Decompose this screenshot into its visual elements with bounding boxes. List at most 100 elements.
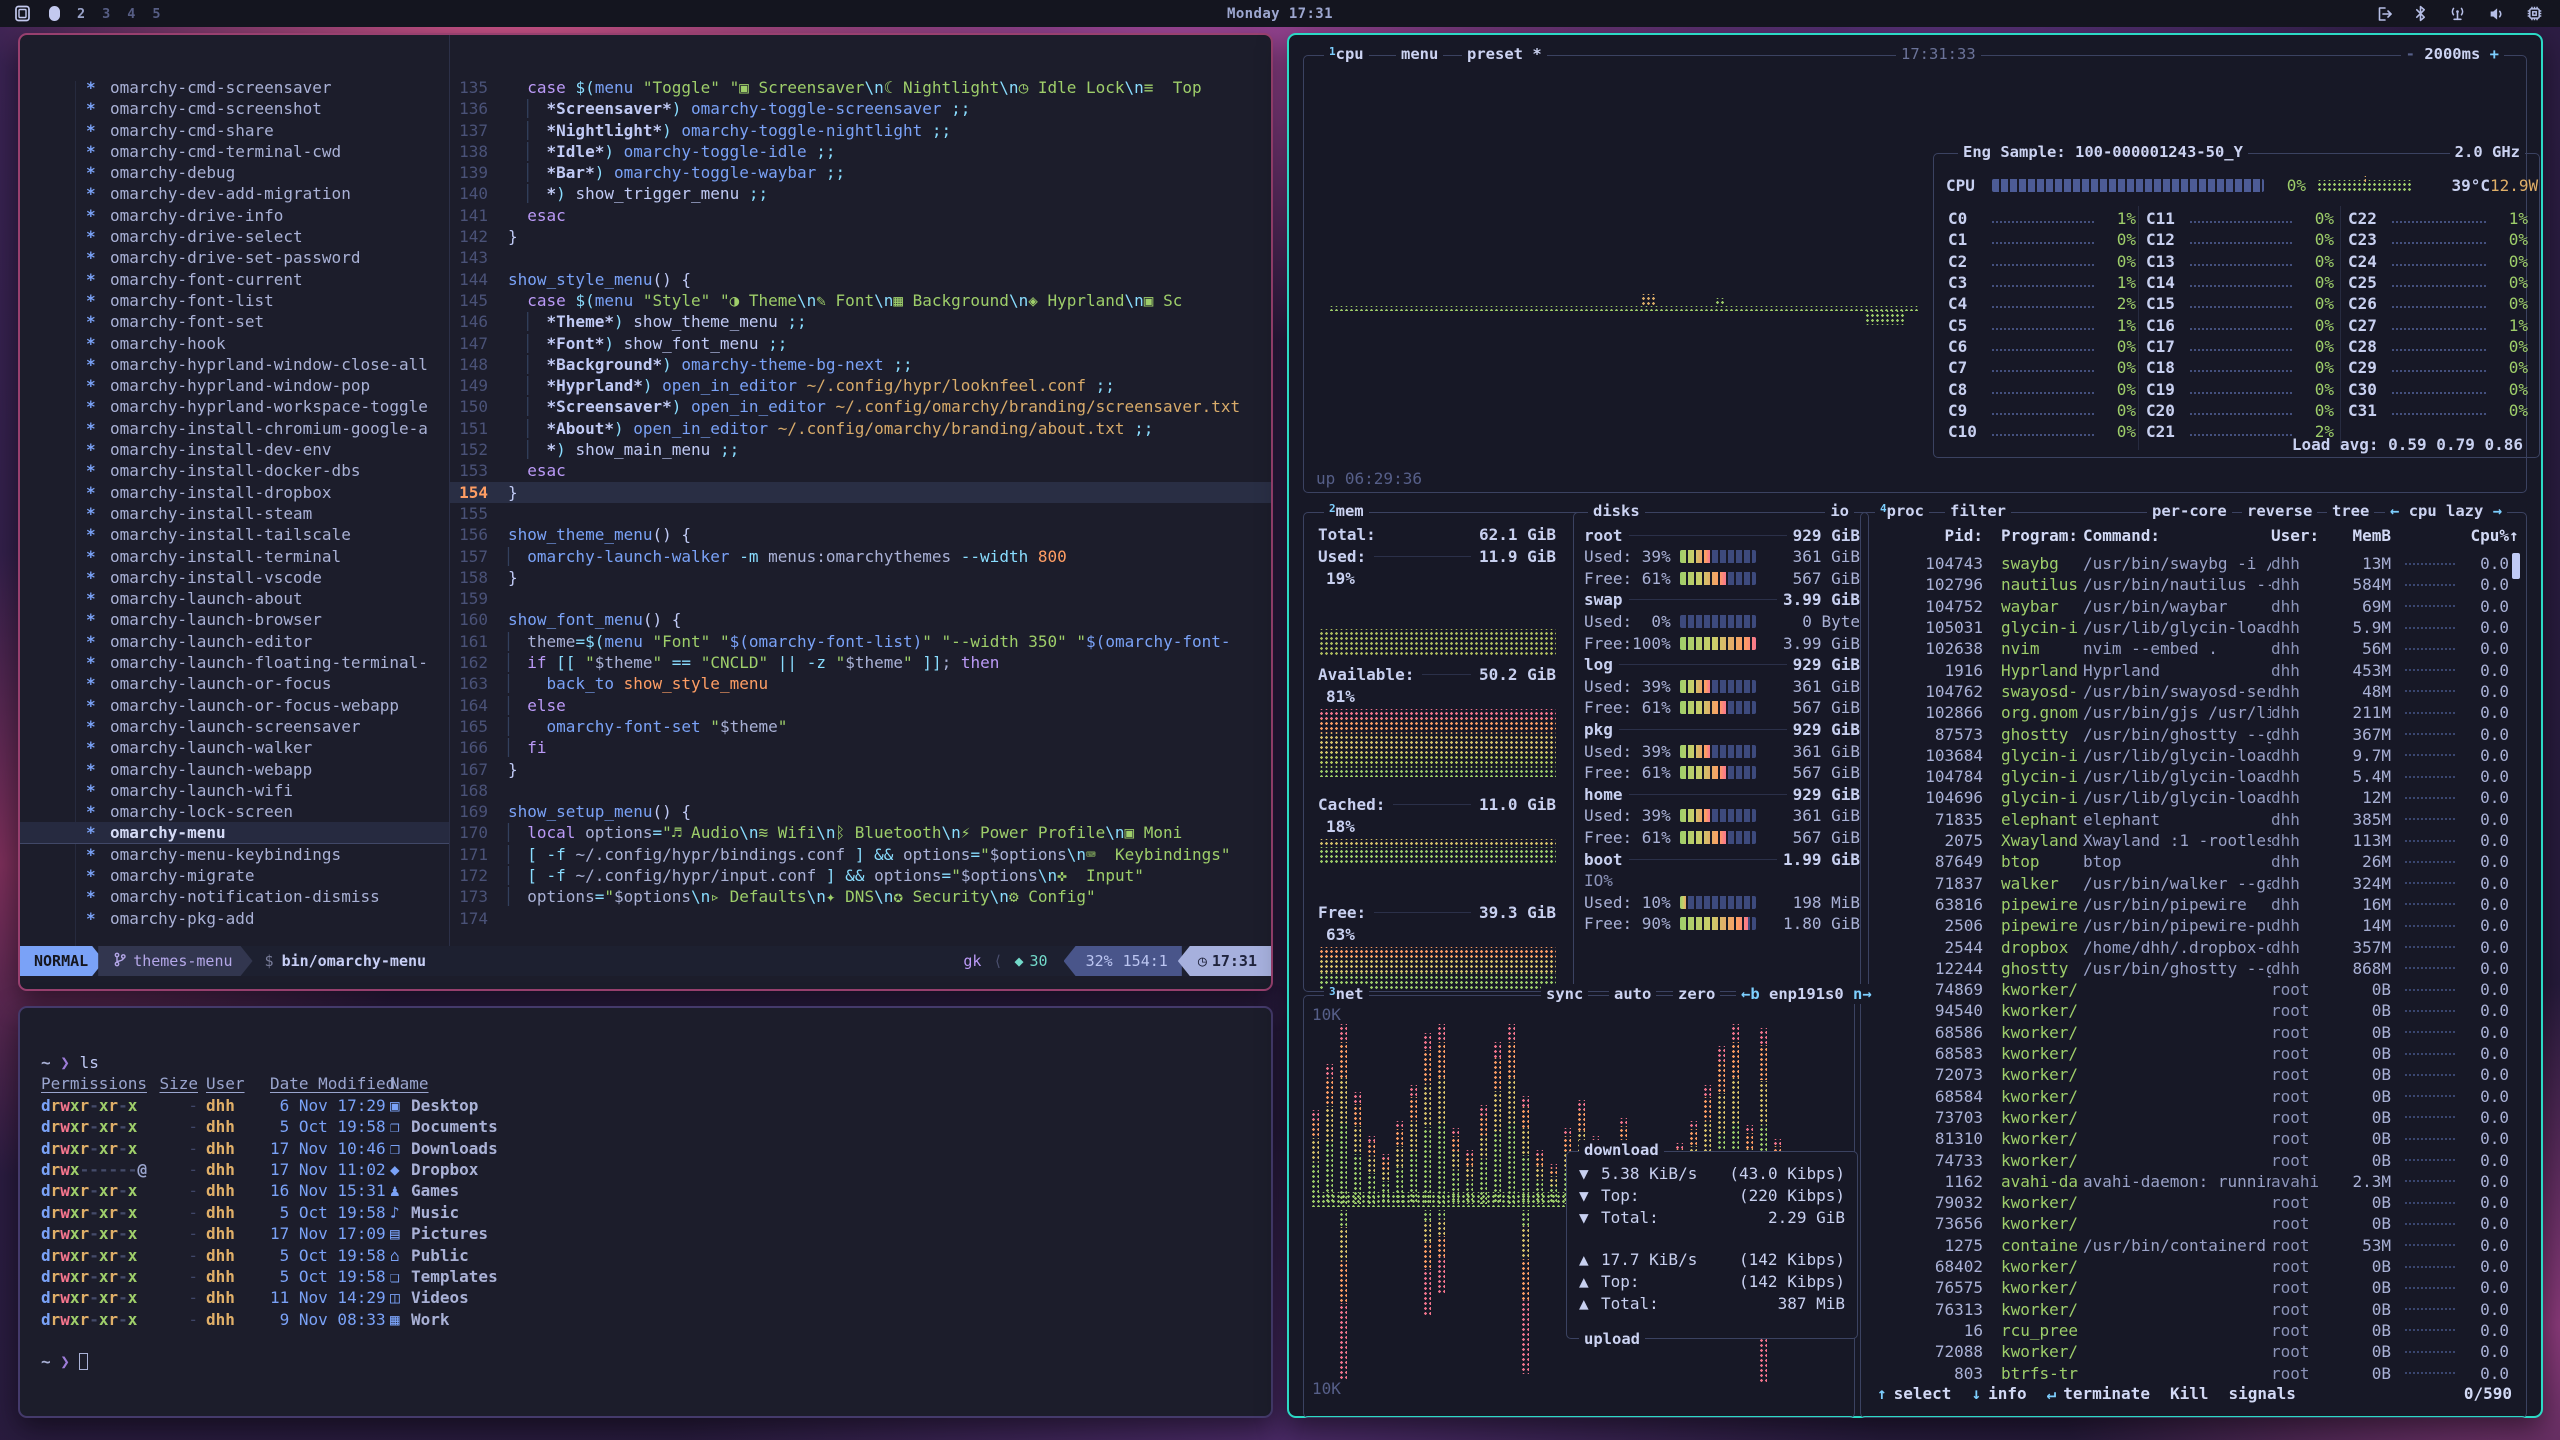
proc-footer-key[interactable]: Kill [2170,1384,2209,1403]
proc-row[interactable]: 74869kworker/root0B0.0 [1865,979,2522,1000]
proc-row[interactable]: 1916HyprlandHyprlanddhh453M0.0 [1865,660,2522,681]
file-item[interactable]: *omarchy-debug [20,162,449,183]
proc-row[interactable]: 72073kworker/root0B0.0 [1865,1064,2522,1085]
proc-row[interactable]: 105031glycin-i/usr/lib/glycin-loadersdhh… [1865,617,2522,638]
proc-row[interactable]: 68583kworker/root0B0.0 [1865,1043,2522,1064]
proc-row[interactable]: 73656kworker/root0B0.0 [1865,1213,2522,1234]
proc-row[interactable]: 103684glycin-i/usr/lib/glycin-loadersdhh… [1865,745,2522,766]
preset-button[interactable]: preset * [1462,44,1547,64]
proc-row[interactable]: 68586kworker/root0B0.0 [1865,1022,2522,1043]
proc-row[interactable]: 104784glycin-i/usr/lib/glycin-loadersdhh… [1865,766,2522,787]
zero-button[interactable]: zero [1673,984,1720,1004]
proc-row[interactable]: 16rcu_preeroot0B0.0 [1865,1320,2522,1341]
tree-button[interactable]: tree [2327,501,2374,521]
proc-scrollbar[interactable] [2512,553,2520,579]
file-item[interactable]: *omarchy-font-set [20,311,449,332]
proc-footer-key[interactable]: ↵terminate [2047,1384,2150,1403]
file-item[interactable]: *omarchy-launch-or-focus-webapp [20,695,449,716]
file-item[interactable]: *omarchy-hyprland-window-close-all [20,354,449,375]
workspace-4[interactable]: 4 [127,6,135,22]
proc-footer-key[interactable]: ↓info [1971,1384,2026,1403]
file-item[interactable]: *omarchy-notification-dismiss [20,886,449,907]
code-pane[interactable]: 135 case $(menu "Toggle" "▣ Screensaver\… [450,35,1271,946]
file-item[interactable]: *omarchy-install-tailscale [20,524,449,545]
file-item[interactable]: *omarchy-font-list [20,290,449,311]
proc-footer-key[interactable]: ↑select [1877,1384,1951,1403]
file-list-pane[interactable]: *omarchy-cmd-screensaver*omarchy-cmd-scr… [20,35,449,944]
proc-row[interactable]: 104752waybar/usr/bin/waybardhh69M0.0 [1865,596,2522,617]
filter-button[interactable]: filter [1945,501,2011,521]
file-item[interactable]: *omarchy-cmd-terminal-cwd [20,141,449,162]
proc-row[interactable]: 71837walker/usr/bin/walker --gappldhh324… [1865,873,2522,894]
file-item[interactable]: *omarchy-launch-floating-terminal- [20,652,449,673]
per-core-button[interactable]: per-core [2147,501,2232,521]
workspace-5[interactable]: 5 [152,6,160,22]
file-item[interactable]: *omarchy-install-docker-dbs [20,460,449,481]
file-item[interactable]: *omarchy-hook [20,333,449,354]
proc-row[interactable]: 102796nautilus/usr/bin/nautilus --newdhh… [1865,574,2522,595]
proc-footer-key[interactable]: signals [2228,1384,2295,1403]
file-item[interactable]: *omarchy-install-dev-env [20,439,449,460]
interface-switcher[interactable]: ←b enp191s0 n→ [1736,984,1877,1004]
proc-row[interactable]: 87573ghostty/usr/bin/ghostty --gtk-dhh36… [1865,723,2522,744]
proc-row[interactable]: 94540kworker/root0B0.0 [1865,1000,2522,1021]
file-item[interactable]: *omarchy-migrate [20,865,449,886]
proc-row[interactable]: 2506pipewire/usr/bin/pipewire-pulsedhh14… [1865,915,2522,936]
file-item[interactable]: *omarchy-menu-keybindings [20,844,449,865]
io-mode-button[interactable]: io [1825,501,1854,521]
proc-row[interactable]: 68402kworker/root0B0.0 [1865,1256,2522,1277]
file-item[interactable]: *omarchy-launch-editor [20,631,449,652]
shell-prompt-active[interactable]: ~ ❯ [41,1351,1271,1372]
file-item[interactable]: *omarchy-lock-screen [20,801,449,822]
proc-row[interactable]: 74733kworker/root0B0.0 [1865,1149,2522,1170]
file-item[interactable]: *omarchy-cmd-screensaver [20,77,449,98]
workspace-3[interactable]: 3 [102,6,110,22]
proc-row[interactable]: 72088kworker/root0B0.0 [1865,1341,2522,1362]
auto-button[interactable]: auto [1609,984,1656,1004]
proc-row[interactable]: 104743swaybg/usr/bin/swaybg -i /homdhh13… [1865,553,2522,574]
proc-row[interactable]: 79032kworker/root0B0.0 [1865,1192,2522,1213]
update-interval[interactable]: - 2000ms + [2401,44,2504,64]
file-item[interactable]: *omarchy-launch-wifi [20,780,449,801]
proc-row[interactable]: 1162avahi-daavahi-daemon: running [avahi… [1865,1171,2522,1192]
workspace-1-active[interactable] [49,6,60,21]
proc-row[interactable]: 102866org.gnom/usr/bin/gjs /usr/lib/odhh… [1865,702,2522,723]
file-item[interactable]: *omarchy-launch-walker [20,737,449,758]
file-item[interactable]: *omarchy-install-chromium-google-a [20,418,449,439]
proc-row[interactable]: 2075XwaylandXwayland :1 -rootless -dhh11… [1865,830,2522,851]
file-item[interactable]: *omarchy-drive-set-password [20,247,449,268]
proc-row[interactable]: 104762swayosd-/usr/bin/swayosd-serverdhh… [1865,681,2522,702]
screen-share-icon[interactable] [13,5,32,22]
bluetooth-icon[interactable] [2414,5,2427,22]
menu-button[interactable]: menu [1396,44,1443,64]
network-icon[interactable] [2448,5,2467,22]
proc-row[interactable]: 104696glycin-i/usr/lib/glycin-loadersdhh… [1865,787,2522,808]
file-item[interactable]: *omarchy-install-steam [20,503,449,524]
proc-row[interactable]: 68584kworker/root0B0.0 [1865,1086,2522,1107]
proc-row[interactable]: 71835elephantelephantdhh385M0.0 [1865,809,2522,830]
proc-row[interactable]: 87649btopbtopdhh26M0.0 [1865,851,2522,872]
proc-row[interactable]: 803btrfs-trroot0B0.0 [1865,1362,2522,1383]
logout-icon[interactable] [2376,6,2393,22]
terminal-window[interactable]: ~ ❯ lsPermissionsSizeUserDate ModifiedNa… [18,1006,1273,1418]
file-item[interactable]: *omarchy-launch-webapp [20,759,449,780]
proc-row[interactable]: 2544dropbox/home/dhh/.dropbox-distdhh357… [1865,936,2522,957]
proc-row[interactable]: 63816pipewire/usr/bin/pipewiredhh16M0.0 [1865,894,2522,915]
file-item[interactable]: *omarchy-cmd-screenshot [20,98,449,119]
file-item[interactable]: *omarchy-drive-select [20,226,449,247]
file-item[interactable]: *omarchy-menu [20,822,449,843]
file-item[interactable]: *omarchy-install-terminal [20,546,449,567]
file-item[interactable]: *omarchy-install-dropbox [20,482,449,503]
file-item[interactable]: *omarchy-install-vscode [20,567,449,588]
file-item[interactable]: *omarchy-launch-about [20,588,449,609]
proc-row[interactable]: 73703kworker/root0B0.0 [1865,1107,2522,1128]
file-item[interactable]: *omarchy-launch-browser [20,609,449,630]
proc-row[interactable]: 1275containe/usr/bin/containerdroot53M0.… [1865,1235,2522,1256]
cpu-icon[interactable] [2526,5,2543,22]
file-item[interactable]: *omarchy-launch-screensaver [20,716,449,737]
file-item[interactable]: *omarchy-hyprland-workspace-toggle [20,396,449,417]
proc-row[interactable]: 76575kworker/root0B0.0 [1865,1277,2522,1298]
file-item[interactable]: *omarchy-cmd-share [20,120,449,141]
file-item[interactable]: *omarchy-drive-info [20,205,449,226]
reverse-button[interactable]: reverse [2242,501,2317,521]
